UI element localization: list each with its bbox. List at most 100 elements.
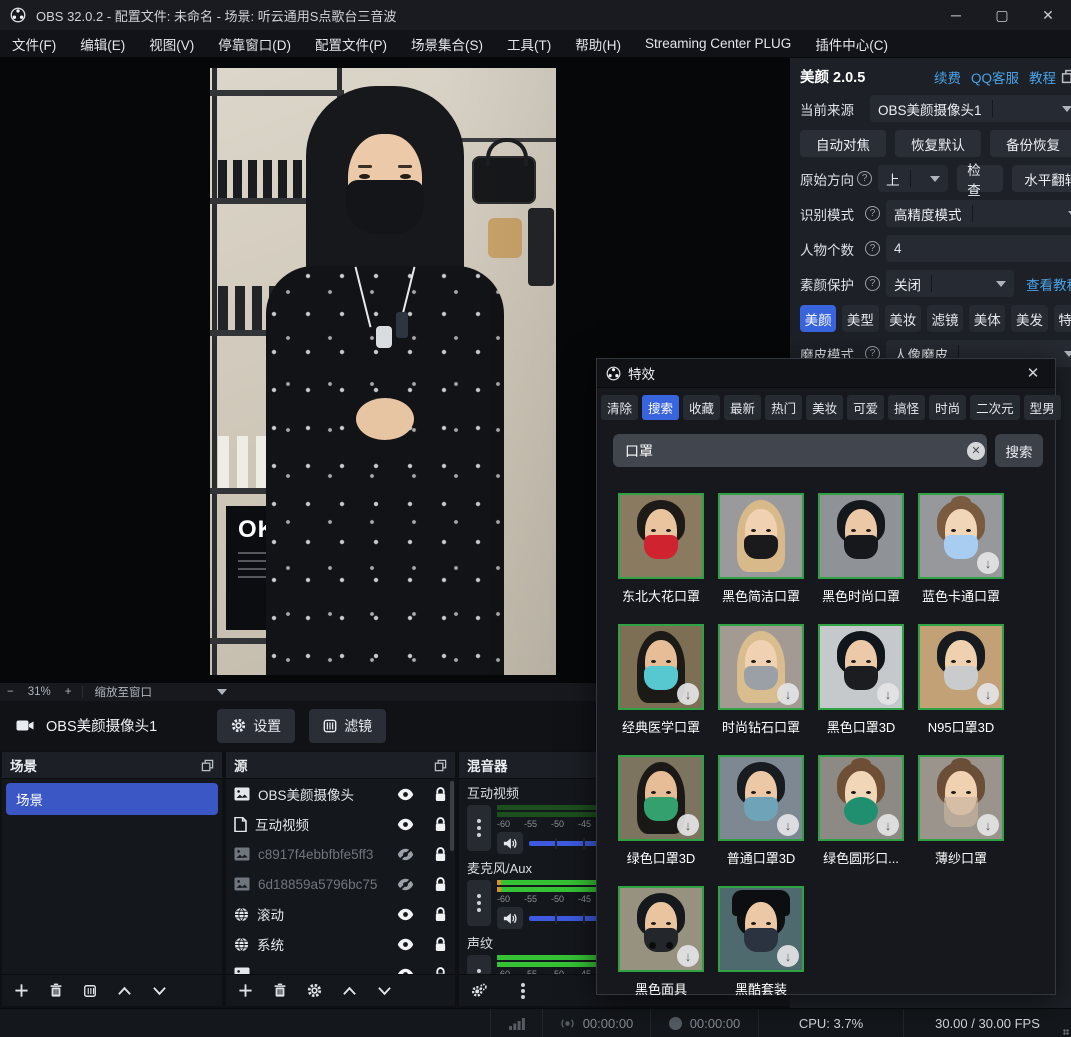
scrollbar[interactable] <box>450 781 454 851</box>
fit-to-window-dropdown[interactable]: 缩放至窗口 <box>94 684 152 700</box>
beauty-tab-美妆[interactable]: 美妆 <box>885 305 921 332</box>
menu-item-工具T[interactable]: 工具(T) <box>495 30 563 58</box>
effects-tab-时尚[interactable]: 时尚 <box>929 395 966 420</box>
effect-item[interactable]: ↓绿色圆形口... <box>811 755 911 867</box>
add-source-button[interactable] <box>238 983 253 998</box>
help-icon[interactable]: ? <box>865 206 880 221</box>
settings-button[interactable]: 设置 <box>217 709 295 743</box>
help-icon[interactable]: ? <box>857 171 872 186</box>
download-icon[interactable]: ↓ <box>977 552 999 574</box>
lock-icon[interactable] <box>434 787 447 802</box>
track-menu-button[interactable] <box>467 805 491 851</box>
effects-tab-美妆[interactable]: 美妆 <box>806 395 843 420</box>
effect-item[interactable]: ↓N95口罩3D <box>911 624 1011 736</box>
beauty-tab-美型[interactable]: 美型 <box>842 305 878 332</box>
track-menu-button[interactable] <box>467 880 491 926</box>
move-scene-up-button[interactable] <box>117 986 132 996</box>
move-scene-down-button[interactable] <box>152 986 167 996</box>
effects-tab-清除[interactable]: 清除 <box>601 395 638 420</box>
beauty-tab-滤镜[interactable]: 滤镜 <box>927 305 963 332</box>
effects-tab-二次元[interactable]: 二次元 <box>970 395 1020 420</box>
menu-item-插件中心C[interactable]: 插件中心(C) <box>803 30 900 58</box>
view-tutorial-link[interactable]: 查看教程 <box>1026 274 1071 294</box>
flip-horizontal-button[interactable]: 水平翻转 <box>1012 165 1071 192</box>
visibility-eye-icon[interactable] <box>397 788 414 801</box>
download-icon[interactable]: ↓ <box>977 814 999 836</box>
lock-icon[interactable] <box>434 877 447 892</box>
zoom-in-button[interactable]: + <box>65 686 72 698</box>
visibility-eye-off-icon[interactable] <box>397 878 414 891</box>
effects-tab-搜索[interactable]: 搜索 <box>642 395 679 420</box>
download-icon[interactable]: ↓ <box>777 945 799 967</box>
download-icon[interactable]: ↓ <box>777 814 799 836</box>
beauty-tab-美发[interactable]: 美发 <box>1011 305 1047 332</box>
menu-item-场景集合S[interactable]: 场景集合(S) <box>399 30 495 58</box>
beauty-link-QQ客服[interactable]: QQ客服 <box>971 67 1019 87</box>
scene-list-item[interactable]: 场景 <box>6 783 218 815</box>
download-icon[interactable]: ↓ <box>877 814 899 836</box>
effect-thumbnail[interactable] <box>618 493 704 579</box>
visibility-eye-icon[interactable] <box>397 908 414 921</box>
lock-icon[interactable] <box>434 937 447 952</box>
source-properties-button[interactable] <box>307 983 322 998</box>
effect-thumbnail[interactable]: ↓ <box>718 624 804 710</box>
close-button[interactable]: ✕ <box>1025 0 1071 30</box>
menu-item-配置文件P[interactable]: 配置文件(P) <box>303 30 399 58</box>
beauty-link-教程[interactable]: 教程 <box>1029 67 1056 87</box>
effect-item[interactable]: ↓黑色口罩3D <box>811 624 911 736</box>
menu-item-帮助H[interactable]: 帮助(H) <box>563 30 633 58</box>
effect-thumbnail[interactable] <box>718 493 804 579</box>
beauty-button-自动对焦[interactable]: 自动对焦 <box>800 130 886 157</box>
search-input[interactable] <box>613 434 987 467</box>
effects-tab-可爱[interactable]: 可爱 <box>847 395 884 420</box>
download-icon[interactable]: ↓ <box>977 683 999 705</box>
beauty-button-备份恢复[interactable]: 备份恢复 <box>990 130 1071 157</box>
effect-item[interactable]: 黑色简洁口罩 <box>711 493 811 605</box>
visibility-eye-off-icon[interactable] <box>397 848 414 861</box>
source-row[interactable]: 系统 <box>226 929 455 959</box>
effect-thumbnail[interactable]: ↓ <box>918 624 1004 710</box>
effect-thumbnail[interactable]: ↓ <box>618 624 704 710</box>
clear-search-icon[interactable]: ✕ <box>967 442 985 460</box>
add-scene-button[interactable] <box>14 983 29 998</box>
help-icon[interactable]: ? <box>865 241 880 256</box>
beauty-button-恢复默认[interactable]: 恢复默认 <box>895 130 981 157</box>
source-row[interactable]: c8917f4ebbfbfe5ff3 <box>226 839 455 869</box>
effect-thumbnail[interactable]: ↓ <box>918 755 1004 841</box>
effect-item[interactable]: ↓绿色口罩3D <box>611 755 711 867</box>
effects-tab-收藏[interactable]: 收藏 <box>683 395 720 420</box>
effect-thumbnail[interactable]: ↓ <box>718 886 804 972</box>
minimize-button[interactable]: ─ <box>933 0 979 30</box>
menu-item-编辑E[interactable]: 编辑(E) <box>68 30 137 58</box>
download-icon[interactable]: ↓ <box>777 683 799 705</box>
effect-item[interactable]: ↓薄纱口罩 <box>911 755 1011 867</box>
bare-face-protect-dropdown[interactable]: 关闭 <box>886 270 1014 297</box>
filters-button[interactable]: 滤镜 <box>309 709 386 743</box>
effects-tab-型男[interactable]: 型男 <box>1024 395 1061 420</box>
remove-source-button[interactable] <box>273 983 287 998</box>
download-icon[interactable]: ↓ <box>877 683 899 705</box>
remove-scene-button[interactable] <box>49 983 63 998</box>
effect-item[interactable]: 黑色时尚口罩 <box>811 493 911 605</box>
visibility-eye-icon[interactable] <box>397 968 414 975</box>
effect-thumbnail[interactable]: ↓ <box>618 755 704 841</box>
mixer-menu-button[interactable] <box>521 989 525 993</box>
move-source-down-button[interactable] <box>377 986 392 996</box>
track-menu-button[interactable] <box>467 955 491 974</box>
dialog-close-button[interactable]: ✕ <box>1020 364 1046 382</box>
chevron-down-icon[interactable] <box>217 689 227 695</box>
advanced-audio-button[interactable] <box>471 983 487 998</box>
orientation-dropdown[interactable]: 上 <box>878 165 948 192</box>
resize-grip[interactable] <box>1063 1029 1069 1035</box>
effect-thumbnail[interactable]: ↓ <box>818 624 904 710</box>
menu-item-视图V[interactable]: 视图(V) <box>137 30 206 58</box>
beauty-link-续费[interactable]: 续费 <box>934 67 961 87</box>
download-icon[interactable]: ↓ <box>677 945 699 967</box>
move-source-up-button[interactable] <box>342 986 357 996</box>
effect-thumbnail[interactable]: ↓ <box>818 755 904 841</box>
speaker-mute-button[interactable] <box>497 832 523 854</box>
popout-icon[interactable] <box>1061 69 1071 84</box>
effect-item[interactable]: ↓黑酷套装 <box>711 886 811 998</box>
effect-item[interactable]: 东北大花口罩 <box>611 493 711 605</box>
source-row[interactable]: 互动视频 <box>226 809 455 839</box>
